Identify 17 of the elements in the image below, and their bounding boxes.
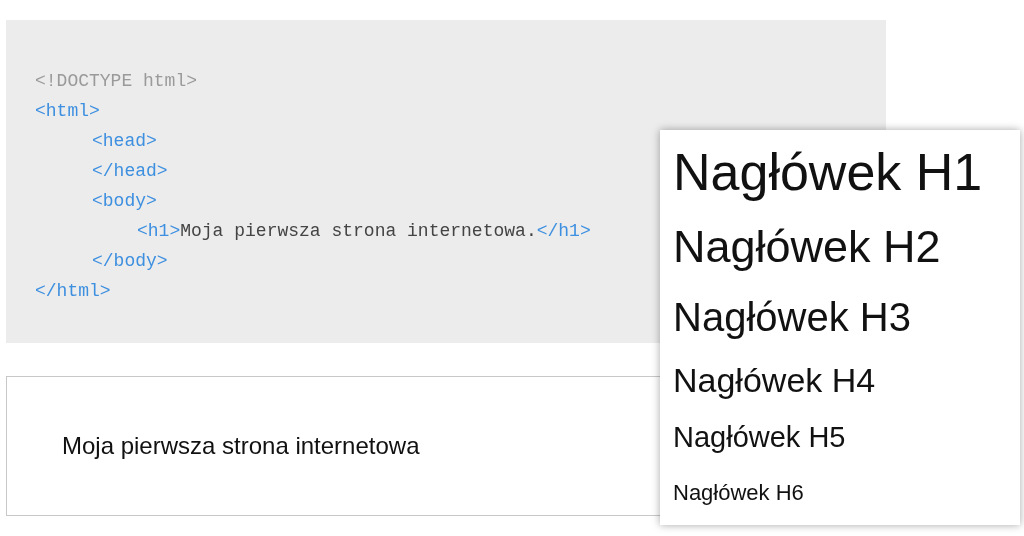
heading-text: Nagłówek H6 [673, 478, 805, 507]
heading-text: Nagłówek H5 [673, 420, 847, 456]
heading-text: Nagłówek H2 [673, 220, 942, 275]
code-tag: <body> [92, 187, 157, 215]
code-tag: <html> [35, 97, 100, 125]
heading-text: Nagłówek H4 [673, 359, 877, 401]
code-tag: <head> [92, 127, 157, 155]
code-text: Moja pierwsza strona internetowa. [180, 219, 537, 243]
code-tag: </head> [92, 157, 168, 185]
code-tag: </html> [35, 277, 111, 305]
heading-text: Nagłówek H1 [673, 142, 984, 203]
code-tag: <!DOCTYPE html> [35, 67, 198, 95]
output-text: Moja pierwsza strona internetowa [62, 431, 420, 461]
code-tag: </h1> [536, 217, 591, 245]
heading-text: Nagłówek H3 [673, 294, 912, 341]
code-tag: <h1> [137, 217, 181, 245]
code-tag: </body> [92, 247, 168, 275]
